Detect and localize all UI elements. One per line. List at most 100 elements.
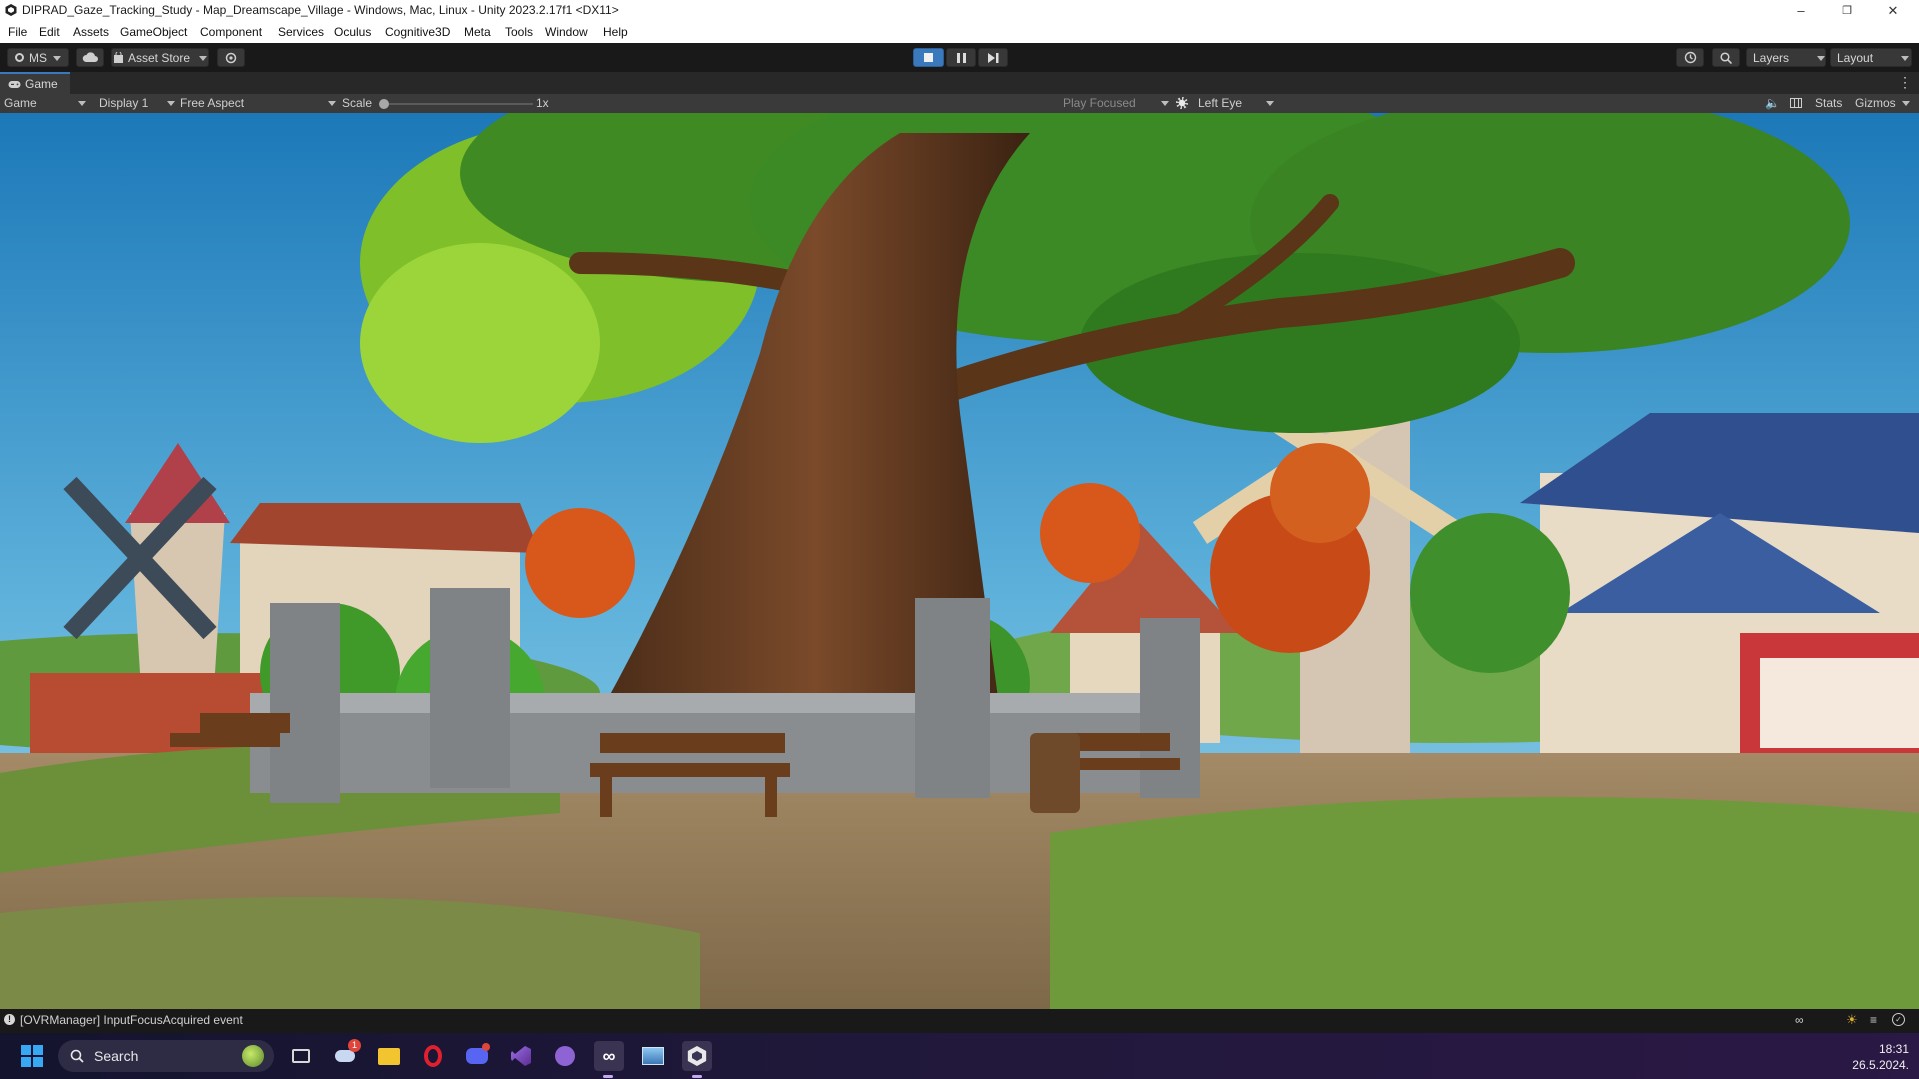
file-explorer-button[interactable]	[374, 1041, 404, 1071]
tab-more-menu-icon[interactable]: ⋮	[1898, 75, 1912, 91]
unity-logo-icon	[5, 4, 17, 16]
view-mode-label: Game	[4, 96, 37, 110]
visual-studio-button[interactable]	[506, 1041, 536, 1071]
weather-widget-button[interactable]: 1	[330, 1039, 361, 1071]
history-icon	[1684, 51, 1696, 64]
account-icon	[15, 53, 24, 62]
menu-cognitive3d[interactable]: Cognitive3D	[385, 25, 450, 39]
menu-bar: File Edit Assets GameObject Component Se…	[0, 21, 1919, 44]
menu-help[interactable]: Help	[603, 25, 628, 39]
scale-slider-thumb[interactable]	[379, 99, 389, 109]
menu-file[interactable]: File	[8, 25, 27, 39]
menu-component[interactable]: Component	[200, 25, 262, 39]
menu-gameobject[interactable]: GameObject	[120, 25, 187, 39]
unity-logo-icon	[687, 1046, 707, 1066]
chevron-down-icon	[1811, 51, 1825, 65]
aspect-label: Free Aspect	[180, 96, 245, 110]
clock-date[interactable]: 26.5.2024.	[1840, 1058, 1909, 1072]
start-button[interactable]	[17, 1041, 47, 1071]
task-view-button[interactable]	[286, 1041, 316, 1071]
unity-editor-button[interactable]	[682, 1041, 712, 1071]
aspect-dropdown[interactable]: Free Aspect	[180, 96, 335, 110]
title-bar: DIPRAD_Gaze_Tracking_Study - Map_Dreamsc…	[0, 0, 1919, 21]
grid-icon[interactable]	[1790, 98, 1802, 108]
menu-window[interactable]: Window	[545, 25, 588, 39]
asset-store-button[interactable]: Asset Store	[111, 48, 209, 67]
right-house	[1520, 413, 1919, 793]
layers-stack-icon[interactable]: ≡	[1870, 1013, 1877, 1027]
taskbar-search[interactable]: Search	[58, 1040, 274, 1072]
cloud-button[interactable]	[76, 48, 104, 67]
console-status-bar[interactable]: ! [OVRManager] InputFocusAcquired event …	[0, 1009, 1919, 1033]
gamepad-icon	[8, 80, 21, 88]
chevron-down-icon	[47, 51, 61, 65]
lighting-bulb-icon[interactable]: ☀	[1846, 1012, 1858, 1028]
console-message: [OVRManager] InputFocusAcquired event	[20, 1013, 243, 1027]
minimize-button[interactable]: –	[1778, 0, 1824, 21]
layout-dropdown[interactable]: Layout	[1830, 48, 1912, 67]
menu-edit[interactable]: Edit	[39, 25, 60, 39]
scale-value: 1x	[536, 96, 549, 110]
check-circle-icon[interactable]: ✓	[1892, 1013, 1905, 1026]
scale-label: Scale	[342, 96, 373, 110]
close-button[interactable]: ✕	[1870, 0, 1916, 21]
step-forward-icon	[987, 52, 998, 63]
clock-time[interactable]: 18:31	[1873, 1042, 1909, 1056]
asset-store-label: Asset Store	[127, 50, 191, 65]
audio-speaker-icon[interactable]: 🔈	[1765, 96, 1780, 110]
notification-dot	[482, 1043, 490, 1051]
github-icon	[555, 1046, 575, 1066]
meta-infinity-icon: ∞	[602, 1045, 616, 1066]
tab-game[interactable]: Game	[0, 72, 70, 94]
play-button[interactable]	[913, 48, 944, 67]
search-button[interactable]	[1712, 48, 1740, 67]
meta-quest-link-button[interactable]: ∞	[594, 1041, 624, 1071]
opera-button[interactable]	[418, 1041, 448, 1071]
step-button[interactable]	[978, 48, 1008, 67]
running-indicator	[603, 1075, 613, 1078]
gizmos-label: Gizmos	[1855, 96, 1896, 110]
settings-cog-icon	[225, 52, 237, 63]
infinity-link-icon[interactable]: ∞	[1795, 1013, 1804, 1027]
running-indicator	[692, 1075, 702, 1078]
display-label: Display 1	[99, 96, 149, 110]
menu-oculus[interactable]: Oculus	[334, 25, 371, 39]
pause-icon-bar	[962, 52, 966, 63]
opera-icon	[424, 1045, 442, 1067]
scale-slider-track[interactable]	[383, 103, 533, 105]
menu-tools[interactable]: Tools	[505, 25, 533, 39]
play-mode-label: Play Focused	[1063, 96, 1136, 110]
display-dropdown[interactable]: Display 1	[99, 96, 173, 110]
pause-button[interactable]	[946, 48, 976, 67]
play-mode-dropdown[interactable]: Play Focused	[1063, 96, 1167, 110]
restore-icon: ❐	[1842, 5, 1852, 17]
stats-button[interactable]: Stats	[1815, 96, 1842, 110]
photos-button[interactable]	[638, 1041, 668, 1071]
view-mode-dropdown[interactable]: Game	[4, 96, 86, 110]
windows-logo-icon	[21, 1045, 43, 1067]
search-placeholder: Search	[94, 1048, 139, 1064]
restore-button[interactable]: ❐	[1824, 0, 1870, 21]
account-label: MS	[29, 50, 47, 65]
menu-assets[interactable]: Assets	[73, 25, 109, 39]
barrel	[1030, 733, 1080, 813]
account-dropdown[interactable]: MS	[7, 48, 69, 67]
menu-meta[interactable]: Meta	[464, 25, 491, 39]
sun-icon[interactable]	[1176, 97, 1188, 109]
layers-dropdown[interactable]: Layers	[1746, 48, 1826, 67]
undo-history-button[interactable]	[1676, 48, 1704, 67]
github-desktop-button[interactable]	[550, 1041, 580, 1071]
image-viewer-icon	[642, 1047, 664, 1065]
close-icon: ✕	[1887, 2, 1899, 18]
main-toolbar: MS Asset Store Layers Layout	[0, 43, 1919, 72]
gizmos-dropdown[interactable]: Gizmos	[1855, 96, 1910, 110]
version-control-button[interactable]	[217, 48, 245, 67]
game-viewport[interactable]	[0, 113, 1919, 1009]
eye-dropdown[interactable]: Left Eye	[1198, 96, 1272, 110]
discord-button[interactable]	[462, 1041, 492, 1071]
stop-icon	[924, 53, 933, 62]
chevron-down-icon	[1895, 51, 1909, 65]
menu-services[interactable]: Services	[278, 25, 324, 39]
window-title: DIPRAD_Gaze_Tracking_Study - Map_Dreamsc…	[22, 3, 619, 17]
folder-icon	[378, 1047, 400, 1065]
